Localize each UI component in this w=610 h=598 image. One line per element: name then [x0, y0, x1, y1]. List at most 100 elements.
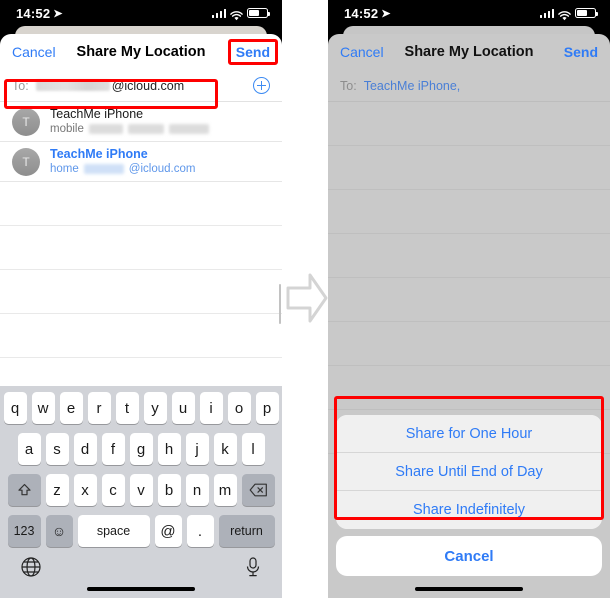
keyboard-row-2: a s d f g h j k l	[0, 433, 282, 465]
add-contact-plus-icon[interactable]	[253, 77, 270, 94]
status-bar-right	[539, 8, 598, 21]
redacted-email-blur	[83, 164, 124, 175]
cancel-button[interactable]: Cancel	[340, 44, 384, 60]
sheet-navbar: Cancel Share My Location Send	[328, 34, 610, 70]
key-k[interactable]: k	[213, 433, 237, 465]
redacted-email-blur	[35, 80, 110, 91]
to-field-value: TeachMe iPhone,	[363, 78, 461, 93]
location-arrow-icon: ➤	[53, 7, 63, 20]
on-screen-keyboard: q w e r t y u i o p a s d f g h j k l z …	[0, 386, 282, 598]
key-h[interactable]: h	[157, 433, 181, 465]
contact-detail: home @icloud.com	[50, 163, 195, 177]
key-e[interactable]: e	[59, 392, 83, 424]
key-t[interactable]: t	[115, 392, 139, 424]
space-key[interactable]: space	[77, 515, 150, 547]
cancel-button[interactable]: Cancel	[12, 44, 56, 60]
to-field-value: @icloud.com	[35, 79, 184, 93]
keyboard-bottom-bar	[0, 554, 282, 578]
shift-arrow-icon[interactable]	[7, 474, 41, 506]
key-z[interactable]: z	[45, 474, 69, 506]
at-key[interactable]: @	[154, 515, 182, 547]
contact-name: TeachMe iPhone	[50, 106, 144, 121]
empty-list-row	[0, 270, 282, 314]
empty-list-row	[328, 366, 610, 410]
home-indicator	[415, 586, 523, 591]
wifi-icon	[230, 8, 243, 21]
send-button[interactable]: Send	[564, 44, 598, 60]
avatar: T	[12, 107, 40, 136]
status-bar-left: 14:52 ➤	[344, 6, 391, 21]
empty-list-row	[328, 278, 610, 322]
contact-list: T TeachMe iPhone mobile T TeachMe iPhone…	[0, 102, 282, 358]
empty-list-row	[328, 102, 610, 146]
home-indicator	[87, 586, 195, 591]
to-field-label: To:	[340, 78, 357, 93]
to-field[interactable]: To: TeachMe iPhone,	[328, 70, 610, 102]
action-sheet-options-group: Share for One Hour Share Until End of Da…	[336, 415, 602, 529]
share-until-end-of-day-option[interactable]: Share Until End of Day	[336, 453, 602, 491]
backspace-delete-icon[interactable]	[241, 474, 275, 506]
key-a[interactable]: a	[17, 433, 41, 465]
key-q[interactable]: q	[3, 392, 27, 424]
keyboard-row-4: 123 ☺ space @ . return	[0, 515, 282, 547]
list-item[interactable]: T TeachMe iPhone home @icloud.com	[0, 142, 282, 182]
key-f[interactable]: f	[101, 433, 125, 465]
keyboard-row-1: q w e r t y u i o p	[0, 392, 282, 424]
empty-list-row	[0, 314, 282, 358]
status-bar: 14:52 ➤	[0, 0, 282, 26]
action-sheet-cancel-button[interactable]: Cancel	[336, 536, 602, 576]
key-r[interactable]: r	[87, 392, 111, 424]
key-m[interactable]: m	[213, 474, 237, 506]
key-n[interactable]: n	[185, 474, 209, 506]
avatar: T	[12, 147, 40, 176]
share-for-one-hour-option[interactable]: Share for One Hour	[336, 415, 602, 453]
share-indefinitely-option[interactable]: Share Indefinitely	[336, 491, 602, 529]
key-d[interactable]: d	[73, 433, 97, 465]
key-y[interactable]: y	[143, 392, 167, 424]
key-x[interactable]: x	[73, 474, 97, 506]
key-o[interactable]: o	[227, 392, 251, 424]
empty-list-row	[328, 234, 610, 278]
key-g[interactable]: g	[129, 433, 153, 465]
empty-list-row	[0, 226, 282, 270]
cellular-bars-icon	[539, 8, 554, 18]
key-l[interactable]: l	[241, 433, 265, 465]
send-button[interactable]: Send	[236, 44, 270, 60]
key-j[interactable]: j	[185, 433, 209, 465]
empty-list-row	[0, 182, 282, 226]
contact-detail-value: @icloud.com	[128, 162, 196, 175]
empty-list-row	[328, 146, 610, 190]
numbers-key[interactable]: 123	[7, 515, 41, 547]
sheet-navbar: Cancel Share My Location Send	[0, 34, 282, 70]
key-c[interactable]: c	[101, 474, 125, 506]
to-field[interactable]: To: @icloud.com	[0, 70, 282, 102]
list-item[interactable]: T TeachMe iPhone mobile	[0, 102, 282, 142]
key-u[interactable]: u	[171, 392, 195, 424]
contact-detail: mobile	[50, 123, 209, 137]
redacted-phone-blur	[127, 124, 164, 135]
key-v[interactable]: v	[129, 474, 153, 506]
keyboard-row-3: z x c v b n m	[0, 474, 282, 506]
key-p[interactable]: p	[255, 392, 279, 424]
key-b[interactable]: b	[157, 474, 181, 506]
key-i[interactable]: i	[199, 392, 223, 424]
period-key[interactable]: .	[186, 515, 214, 547]
share-location-sheet: Cancel Share My Location Send To: @iclou…	[0, 34, 282, 598]
screenshot-stage: 14:52 ➤ Cancel Share My Location Send To…	[0, 0, 610, 598]
contact-detail-label: home	[50, 162, 79, 175]
status-bar-time: 14:52	[16, 5, 51, 21]
redacted-phone-blur	[168, 124, 209, 135]
right-phone-screen: 14:52 ➤ Cancel Share My Location Send To…	[328, 0, 610, 598]
share-location-sheet-dimmed: Cancel Share My Location Send To: TeachM…	[328, 34, 610, 598]
contact-name: TeachMe iPhone	[50, 146, 148, 161]
microphone-icon[interactable]	[244, 556, 262, 578]
emoji-smiley-icon[interactable]: ☺	[45, 515, 73, 547]
list-scrollbar[interactable]	[278, 284, 281, 324]
battery-icon	[575, 8, 598, 18]
globe-keyboard-icon[interactable]	[20, 556, 42, 578]
share-duration-action-sheet: Share for One Hour Share Until End of Da…	[336, 415, 602, 576]
return-key[interactable]: return	[218, 515, 275, 547]
key-s[interactable]: s	[45, 433, 69, 465]
key-w[interactable]: w	[31, 392, 55, 424]
contact-detail-label: mobile	[50, 122, 84, 135]
